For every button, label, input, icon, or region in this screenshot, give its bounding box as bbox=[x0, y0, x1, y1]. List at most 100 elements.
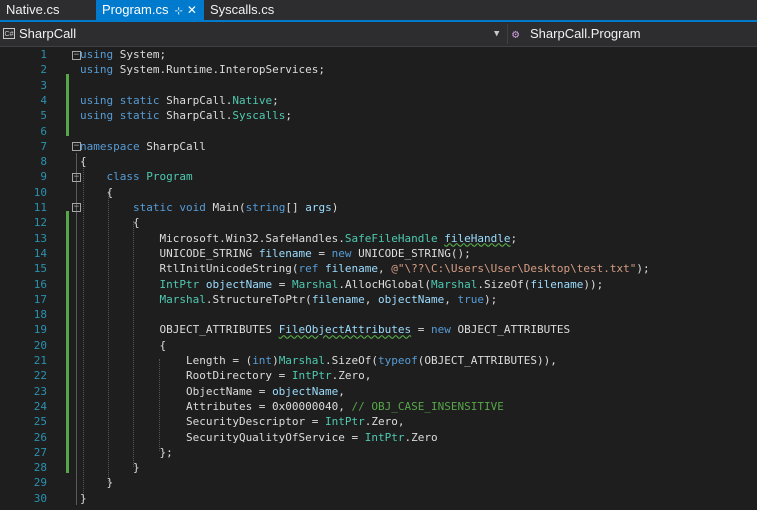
line-number: 6 bbox=[40, 124, 47, 138]
line-number: 18 bbox=[33, 308, 47, 322]
code-text[interactable]: { bbox=[80, 185, 113, 200]
collapse-toggle-icon[interactable]: − bbox=[72, 142, 81, 151]
code-text[interactable]: { bbox=[80, 154, 87, 169]
line-number: 26 bbox=[33, 430, 47, 444]
code-text[interactable]: RootDirectory = IntPtr.Zero, bbox=[80, 368, 371, 383]
code-editor[interactable]: 1 using System; 2 using System.Runtime.Inte… bbox=[0, 47, 757, 510]
line-number: 3 bbox=[40, 78, 47, 92]
tab-label: Native.cs bbox=[6, 2, 60, 17]
code-line[interactable]: 17 Marshal.StructureToPtr(filename, obje… bbox=[0, 292, 757, 307]
line-number: 9 bbox=[40, 170, 47, 184]
code-text[interactable]: class Program bbox=[80, 169, 193, 184]
line-number: 25 bbox=[33, 415, 47, 429]
line-number: 22 bbox=[33, 369, 47, 383]
code-line[interactable]: 30} bbox=[0, 491, 757, 506]
code-text[interactable]: static void Main(string[] args) bbox=[80, 200, 338, 215]
code-line[interactable]: 25 SecurityDescriptor = IntPtr.Zero, bbox=[0, 414, 757, 429]
project-dropdown[interactable]: C# SharpCall ▼ bbox=[0, 24, 508, 44]
line-number: 4 bbox=[40, 93, 47, 107]
code-line[interactable]: 7 namespace SharpCall bbox=[0, 139, 757, 154]
code-line[interactable]: 5 using static SharpCall.Syscalls; bbox=[0, 108, 757, 123]
line-number: 13 bbox=[33, 231, 47, 245]
code-text[interactable]: SecurityQualityOfService = IntPtr.Zero bbox=[80, 430, 438, 445]
code-text[interactable]: IntPtr objectName = Marshal.AllocHGlobal… bbox=[80, 277, 603, 292]
collapse-toggle-icon[interactable]: − bbox=[72, 173, 81, 182]
code-line[interactable]: 18 bbox=[0, 307, 757, 322]
line-number: 24 bbox=[33, 399, 47, 413]
code-text[interactable]: using static SharpCall.Syscalls; bbox=[80, 108, 292, 123]
code-text[interactable]: { bbox=[80, 215, 140, 230]
line-number: 19 bbox=[33, 323, 47, 337]
code-text[interactable]: using System.Runtime.InteropServices; bbox=[80, 62, 325, 77]
code-line[interactable]: 8{ bbox=[0, 154, 757, 169]
tab-syscalls-cs[interactable]: Syscalls.cs bbox=[204, 0, 304, 20]
code-line[interactable]: 6 bbox=[0, 124, 757, 139]
line-number: 8 bbox=[40, 155, 47, 169]
code-text[interactable]: }; bbox=[80, 445, 172, 460]
code-line[interactable]: 13 Microsoft.Win32.SafeHandles.SafeFileH… bbox=[0, 231, 757, 246]
code-line[interactable]: 26 SecurityQualityOfService = IntPtr.Zer… bbox=[0, 430, 757, 445]
collapse-toggle-icon[interactable]: − bbox=[72, 51, 81, 60]
code-text[interactable]: using static SharpCall.Native; bbox=[80, 93, 279, 108]
code-text[interactable]: namespace SharpCall bbox=[80, 139, 206, 154]
code-text[interactable]: UNICODE_STRING filename = new UNICODE_ST… bbox=[80, 246, 470, 261]
line-number: 16 bbox=[33, 277, 47, 291]
code-line[interactable]: 11 static void Main(string[] args) bbox=[0, 200, 757, 215]
code-text[interactable]: Marshal.StructureToPtr(filename, objectN… bbox=[80, 292, 497, 307]
code-text[interactable]: RtlInitUnicodeString(ref filename, @"\??… bbox=[80, 261, 649, 276]
line-number: 1 bbox=[40, 48, 47, 61]
tab-label: Program.cs bbox=[102, 2, 169, 17]
member-dropdown[interactable]: ⚙ SharpCall.Program bbox=[508, 24, 757, 44]
code-line[interactable]: 3 bbox=[0, 78, 757, 93]
line-number: 7 bbox=[40, 139, 47, 153]
line-number: 21 bbox=[33, 354, 47, 367]
line-number: 29 bbox=[33, 476, 47, 490]
code-line[interactable]: 2 using System.Runtime.InteropServices; bbox=[0, 62, 757, 77]
code-text[interactable]: Length = (int)Marshal.SizeOf(typeof(OBJE… bbox=[80, 353, 557, 368]
project-name: SharpCall bbox=[19, 26, 77, 41]
tab-program-cs[interactable]: Program.cs ⊹ ✕ bbox=[96, 0, 204, 20]
code-line[interactable]: 27 }; bbox=[0, 445, 757, 460]
line-number: 10 bbox=[33, 185, 47, 199]
line-number: 30 bbox=[33, 491, 47, 505]
code-line[interactable]: 19 OBJECT_ATTRIBUTES FileObjectAttribute… bbox=[0, 322, 757, 337]
code-line[interactable]: 10 { bbox=[0, 185, 757, 200]
code-line[interactable]: 23 ObjectName = objectName, bbox=[0, 384, 757, 399]
code-line[interactable]: 4 using static SharpCall.Native; bbox=[0, 93, 757, 108]
code-line[interactable]: 1 using System; bbox=[0, 47, 757, 62]
csharp-project-icon: C# bbox=[3, 28, 15, 39]
code-line[interactable]: 16 IntPtr objectName = Marshal.AllocHGlo… bbox=[0, 277, 757, 292]
tab-native-cs[interactable]: Native.cs bbox=[0, 0, 96, 20]
code-text[interactable]: { bbox=[80, 338, 166, 353]
document-tab-bar: Native.cs Program.cs ⊹ ✕ Syscalls.cs bbox=[0, 0, 757, 22]
chevron-down-icon[interactable]: ▼ bbox=[494, 24, 499, 44]
collapse-toggle-icon[interactable]: − bbox=[72, 203, 81, 212]
close-icon[interactable]: ✕ bbox=[187, 3, 197, 17]
code-line[interactable]: 14 UNICODE_STRING filename = new UNICODE… bbox=[0, 246, 757, 261]
code-line[interactable]: 28 } bbox=[0, 460, 757, 475]
code-text[interactable]: ObjectName = objectName, bbox=[80, 384, 345, 399]
code-line[interactable]: 21 Length = (int)Marshal.SizeOf(typeof(O… bbox=[0, 353, 757, 368]
pin-icon[interactable]: ⊹ bbox=[174, 6, 182, 17]
code-text[interactable]: } bbox=[80, 475, 113, 490]
code-line[interactable]: 22 RootDirectory = IntPtr.Zero, bbox=[0, 368, 757, 383]
code-line[interactable]: 20 { bbox=[0, 338, 757, 353]
code-text[interactable]: using System; bbox=[80, 47, 166, 62]
code-line[interactable]: 15 RtlInitUnicodeString(ref filename, @"… bbox=[0, 261, 757, 276]
line-number: 27 bbox=[33, 445, 47, 459]
line-number: 11 bbox=[33, 201, 47, 214]
code-text[interactable]: Microsoft.Win32.SafeHandles.SafeFileHand… bbox=[80, 231, 517, 246]
code-line[interactable]: 12 { bbox=[0, 215, 757, 230]
code-line[interactable]: 24 Attributes = 0x00000040, // OBJ_CASE_… bbox=[0, 399, 757, 414]
line-number: 20 bbox=[33, 338, 47, 352]
code-text[interactable]: SecurityDescriptor = IntPtr.Zero, bbox=[80, 414, 405, 429]
code-line[interactable]: 29 } bbox=[0, 475, 757, 490]
code-text[interactable]: } bbox=[80, 491, 87, 506]
code-text[interactable]: Attributes = 0x00000040, // OBJ_CASE_INS… bbox=[80, 399, 504, 414]
code-line[interactable]: 9 class Program bbox=[0, 169, 757, 184]
line-number: 28 bbox=[33, 461, 47, 475]
line-number: 17 bbox=[33, 292, 47, 306]
code-text[interactable]: } bbox=[80, 460, 140, 475]
code-text[interactable]: OBJECT_ATTRIBUTES FileObjectAttributes =… bbox=[80, 322, 570, 337]
line-number: 15 bbox=[33, 262, 47, 276]
